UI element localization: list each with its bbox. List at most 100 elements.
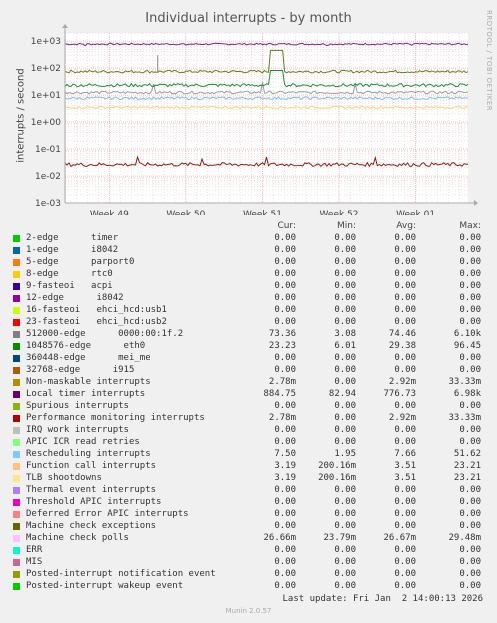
legend-cur: 3.19 [274,473,296,483]
legend-avg: 0.00 [394,509,416,519]
y-axis-arrow [62,24,68,28]
legend-cur: 73.36 [268,329,296,339]
legend-min: 200.16m [318,461,356,471]
legend-swatch [13,259,20,266]
legend-swatch [13,571,20,578]
legend-avg: 3.51 [394,473,416,483]
legend-min: 0.00 [334,569,356,579]
legend-cur: 0.00 [274,521,296,531]
legend-swatch [13,439,20,446]
legend-name: 16-fasteoi ehci_hcd:usb1 [26,305,167,315]
legend-avg: 776.73 [383,389,416,399]
legend-min: 23.79m [323,533,356,543]
legend-name: 5-edge parport0 [26,257,135,267]
legend-row: 1-edge i8042 0.00 0.00 0.00 0.00 [0,245,497,257]
x-tick-label: Week 50 [166,210,205,215]
legend-avg: 0.00 [394,305,416,315]
legend-name: Local timer interrupts [26,389,146,399]
legend-max: 0.00 [459,401,481,411]
header-max: Max: [459,221,481,231]
legend-avg: 0.00 [394,269,416,279]
legend-row: Function call interrupts 3.19 200.16m 3.51 2… [0,461,497,473]
legend: Cur: Min: Avg: Max: 2-edge timer 0.00 0.00… [0,221,497,593]
legend-name: 9-fasteoi acpi [26,281,113,291]
legend-min: 0.00 [334,509,356,519]
legend-min: 6.01 [334,341,356,351]
legend-name: 1-edge i8042 [26,245,119,255]
legend-cur: 2.78m [268,413,296,423]
legend-name: APIC ICR read retries [26,437,140,447]
legend-avg: 0.00 [394,401,416,411]
legend-swatch [13,235,20,242]
legend-name: IRQ work interrupts [26,425,129,435]
legend-min: 0.00 [334,365,356,375]
chart: 1e+03 1e+02 1e+01 1e+00 1e-01 1e-02 1e-03 Week … [31,24,478,215]
legend-min: 3.08 [334,329,356,339]
y-tick-label: 1e+01 [31,91,61,101]
header-avg: Avg: [396,221,416,231]
x-tick-label: Week 01 [396,210,435,215]
legend-min: 0.00 [334,305,356,315]
legend-avg: 0.00 [394,365,416,375]
legend-avg: 0.00 [394,245,416,255]
legend-swatch [13,403,20,410]
legend-name: Non-maskable interrupts [26,377,151,387]
legend-min: 0.00 [334,557,356,567]
legend-avg: 0.00 [394,425,416,435]
legend-name: 1048576-edge eth0 [26,341,146,351]
legend-row: ERR 0.00 0.00 0.00 0.00 [0,545,497,557]
legend-name: 23-fasteoi ehci_hcd:usb2 [26,317,167,327]
legend-row: 360448-edge mei_me 0.00 0.00 0.00 0.00 [0,353,497,365]
legend-max: 33.33m [448,377,481,387]
legend-max: 0.00 [459,425,481,435]
legend-swatch [13,379,20,386]
y-tick-label: 1e-01 [35,145,61,155]
legend-cur: 0.00 [274,269,296,279]
legend-min: 0.00 [334,293,356,303]
legend-name: Machine check exceptions [26,521,157,531]
legend-cur: 0.00 [274,437,296,447]
legend-row: 16-fasteoi ehci_hcd:usb1 0.00 0.00 0.00 0.00 [0,305,497,317]
legend-row: Deferred Error APIC interrupts 0.00 0.00 0.… [0,509,497,521]
legend-min: 0.00 [334,485,356,495]
legend-swatch [13,463,20,470]
legend-swatch [13,511,20,518]
legend-max: 0.00 [459,545,481,555]
legend-max: 0.00 [459,233,481,243]
legend-cur: 0.00 [274,557,296,567]
legend-row: Threshold APIC interrupts 0.00 0.00 0.00 0.0… [0,497,497,509]
legend-max: 0.00 [459,305,481,315]
legend-cur: 2.78m [268,377,296,387]
legend-row: Machine check exceptions 0.00 0.00 0.00 0.00 [0,521,497,533]
y-tick-label: 1e-03 [35,199,61,209]
legend-row: Thermal event interrupts 0.00 0.00 0.00 0.00 [0,485,497,497]
legend-cur: 7.50 [274,449,296,459]
legend-max: 0.00 [459,569,481,579]
legend-cur: 884.75 [263,389,296,399]
legend-min: 0.00 [334,437,356,447]
y-tick-label: 1e+03 [31,37,61,47]
legend-min: 0.00 [334,233,356,243]
legend-avg: 0.00 [394,581,416,591]
legend-avg: 7.66 [394,449,416,459]
legend-cur: 0.00 [274,497,296,507]
legend-swatch [13,319,20,326]
legend-row: IRQ work interrupts 0.00 0.00 0.00 0.00 [0,425,497,437]
legend-swatch [13,355,20,362]
legend-name: Performance monitoring interrupts [26,413,205,423]
legend-name: Thermal event interrupts [26,485,157,495]
header-cur: Cur: [277,221,296,231]
legend-row: 1048576-edge eth0 23.23 6.01 29.38 96.45 [0,341,497,353]
legend-name: 360448-edge mei_me [26,353,151,363]
legend-avg: 0.00 [394,497,416,507]
legend-min: 0.00 [334,269,356,279]
legend-name: Rescheduling interrupts [26,449,151,459]
legend-max: 0.00 [459,353,481,363]
legend-row: 12-edge i8042 0.00 0.00 0.00 0.00 [0,293,497,305]
legend-cur: 0.00 [274,293,296,303]
legend-row: 23-fasteoi ehci_hcd:usb2 0.00 0.00 0.00 0.00 [0,317,497,329]
legend-name: Deferred Error APIC interrupts [26,509,189,519]
legend-swatch [13,535,20,542]
legend-max: 0.00 [459,293,481,303]
legend-row: Machine check polls 26.66m 23.79m 26.67m 29.… [0,533,497,545]
